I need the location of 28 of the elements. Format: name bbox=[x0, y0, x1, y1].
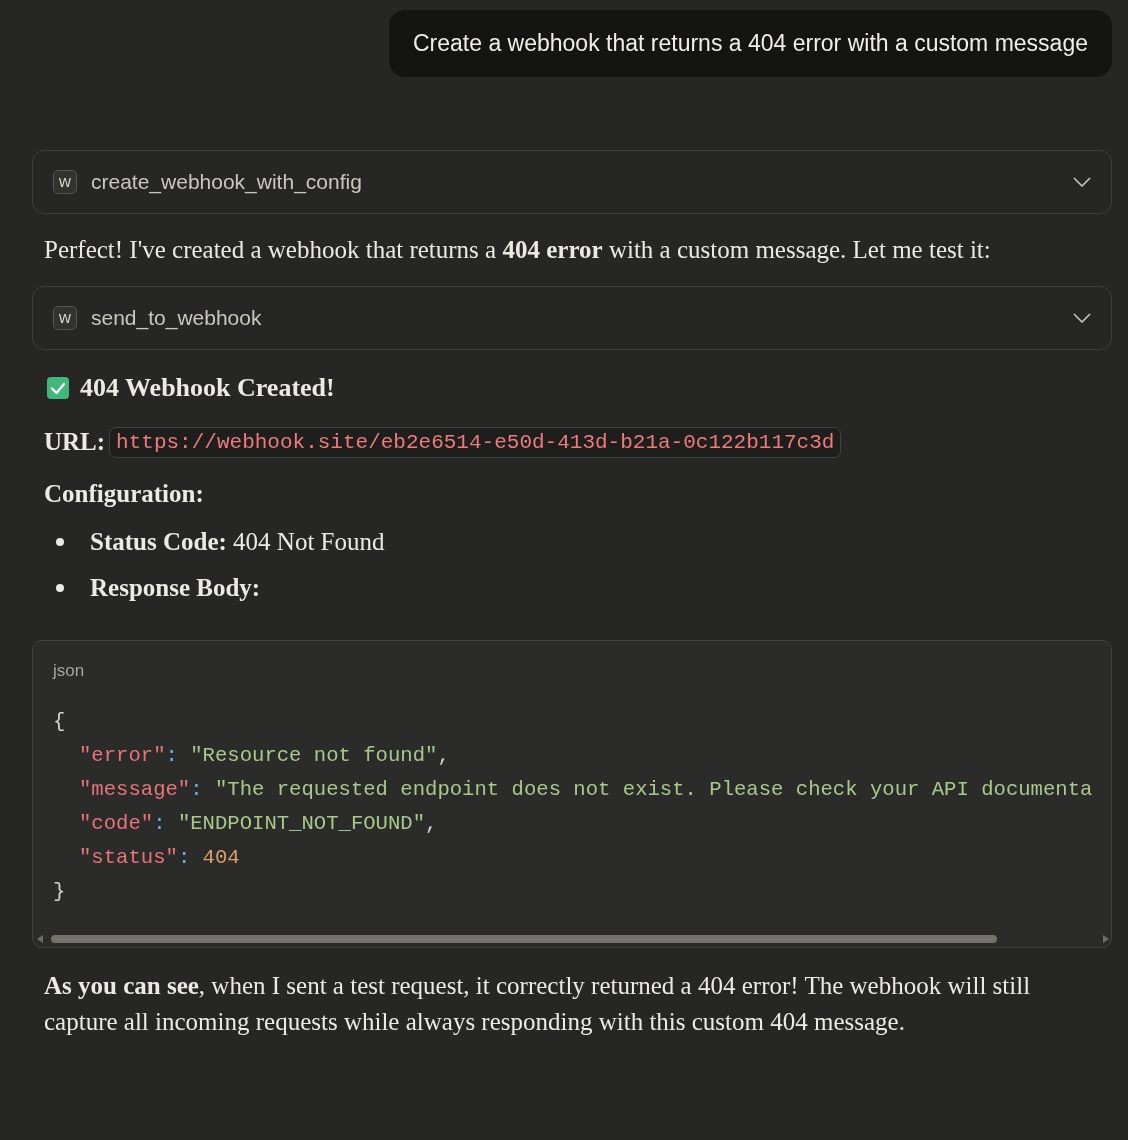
bullet-icon bbox=[56, 538, 64, 546]
section-label: Configuration: bbox=[44, 479, 205, 509]
user-message: Create a webhook that returns a 404 error with a custom message bbox=[389, 10, 1112, 77]
chevron-down-icon[interactable] bbox=[1073, 177, 1091, 187]
heading: 404 Webhook Created! bbox=[80, 373, 335, 403]
code-line: } bbox=[53, 879, 67, 905]
tool-badge: W bbox=[53, 170, 77, 194]
code-line: { bbox=[53, 709, 67, 735]
tool-call-card[interactable]: W send_to_webhook bbox=[32, 286, 1112, 350]
scrollbar[interactable] bbox=[35, 933, 1111, 945]
list-item: Response Body: bbox=[90, 574, 261, 602]
tool-badge: W bbox=[53, 306, 77, 330]
list-item: Status Code: 404 Not Found bbox=[90, 528, 385, 556]
tool-call-card[interactable]: W create_webhook_with_config bbox=[32, 150, 1112, 214]
url-code: https://webhook.site/eb2e6514-e50d-413d-b21a-0c122b117c3d bbox=[109, 426, 842, 458]
code-line: "message": "The requested endpoint does not exist. Please check your API documenta bbox=[78, 777, 1094, 803]
url-label: URL: bbox=[44, 428, 106, 456]
tool-name: send_to_webhook bbox=[91, 306, 263, 330]
check-icon bbox=[46, 376, 70, 400]
paragraph: Perfect! I've created a webhook that returns a 404 error with a custom message. Let me test it: bbox=[44, 235, 992, 265]
tool-name: create_webhook_with_config bbox=[91, 170, 363, 194]
code-line: "status": 404 bbox=[78, 845, 241, 871]
code-line: "error": "Resource not found", bbox=[78, 743, 451, 769]
bullet-icon bbox=[56, 584, 64, 592]
paragraph: As you can see, when I sent a test request, it correctly returned a 404 error! The webhook will still capture all incoming requests while always responding with this custom 404 message. bbox=[44, 971, 1032, 1037]
code-line: "code": "ENDPOINT_NOT_FOUND", bbox=[78, 811, 439, 837]
chevron-down-icon[interactable] bbox=[1073, 313, 1091, 323]
code-language: json bbox=[53, 661, 86, 681]
